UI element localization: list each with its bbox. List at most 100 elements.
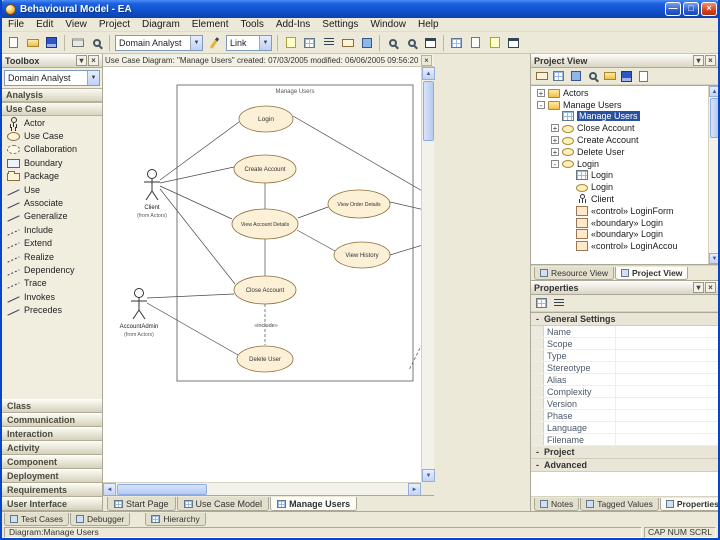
- menu-tools[interactable]: Tools: [234, 18, 269, 31]
- property-row-alias[interactable]: Alias: [531, 374, 718, 386]
- properties-header[interactable]: Properties ▾ ×: [531, 281, 718, 295]
- zoom-fit-icon[interactable]: [421, 34, 440, 52]
- tree-item-login-diagram[interactable]: Login: [531, 170, 708, 182]
- refresh-icon[interactable]: [618, 69, 635, 84]
- collapse-toggle[interactable]: -: [531, 314, 544, 324]
- expand-toggle[interactable]: +: [551, 124, 559, 133]
- menu-view[interactable]: View: [59, 18, 93, 31]
- use-case-create-account[interactable]: Create Account: [233, 154, 297, 184]
- tab-properties[interactable]: Properties: [659, 498, 718, 511]
- layout-icon[interactable]: [447, 34, 466, 52]
- tree-item-close-account[interactable]: + Close Account: [531, 122, 708, 134]
- toolbox-section-use-case[interactable]: Use Case: [2, 102, 102, 116]
- panel-close-icon[interactable]: ×: [705, 55, 716, 66]
- expand-toggle[interactable]: +: [551, 147, 559, 156]
- property-value[interactable]: [616, 398, 718, 409]
- toolbox-item-precedes[interactable]: Precedes: [2, 303, 102, 316]
- toolbox-group-component[interactable]: Component: [2, 455, 102, 469]
- expand-toggle[interactable]: -: [537, 100, 545, 109]
- toolbox-profile-combo[interactable]: Domain Analyst ▼: [4, 70, 100, 86]
- expand-toggle[interactable]: -: [551, 159, 559, 168]
- toolbox-item-actor[interactable]: Actor: [2, 116, 102, 129]
- note-icon[interactable]: [281, 34, 300, 52]
- notes-tool-icon[interactable]: [485, 34, 504, 52]
- element-icon[interactable]: [357, 34, 376, 52]
- property-value[interactable]: [616, 374, 718, 385]
- grid-icon[interactable]: [300, 34, 319, 52]
- toolbox-item-include[interactable]: Include: [2, 223, 102, 236]
- panel-menu-icon[interactable]: ▾: [693, 282, 704, 293]
- minimize-button[interactable]: —: [665, 2, 681, 16]
- use-case-view-order-details[interactable]: View Order Details: [327, 189, 391, 219]
- toolbox-item-generalize[interactable]: Generalize: [2, 210, 102, 223]
- menu-project[interactable]: Project: [93, 18, 136, 31]
- tab-resource-view[interactable]: Resource View: [534, 267, 615, 280]
- save-icon[interactable]: [42, 34, 61, 52]
- chevron-down-icon[interactable]: ▼: [190, 35, 202, 50]
- pencil-icon[interactable]: [205, 34, 224, 52]
- scrollbar-thumb[interactable]: [710, 98, 718, 138]
- property-value[interactable]: [616, 362, 718, 373]
- tab-start-page[interactable]: Start Page: [107, 497, 176, 511]
- toolbox-header[interactable]: Toolbox ▾ ×: [2, 54, 102, 68]
- tree-item-delete-user[interactable]: + Delete User: [531, 146, 708, 158]
- menu-add-ins[interactable]: Add-Ins: [270, 18, 316, 31]
- use-case-view-account-details[interactable]: View Account Details: [231, 208, 299, 240]
- diagram-canvas[interactable]: Manage Users Login Create Account View A…: [103, 67, 421, 482]
- sort-alpha-icon[interactable]: [550, 296, 567, 311]
- toolbox-group-communication[interactable]: Communication: [2, 413, 102, 427]
- tab-tagged-values[interactable]: Tagged Values: [580, 498, 659, 511]
- toolbox-section-analysis[interactable]: Analysis: [2, 88, 102, 102]
- toolbox-group-class[interactable]: Class: [2, 399, 102, 413]
- tree-item-boundary-login[interactable]: «boundary» Login: [531, 217, 708, 229]
- use-case-login[interactable]: Login: [238, 105, 294, 133]
- tree-item-login-usecase[interactable]: Login: [531, 181, 708, 193]
- toolbox-group-user-interface[interactable]: User Interface: [2, 497, 102, 511]
- menu-help[interactable]: Help: [412, 18, 445, 31]
- scrollbar-thumb[interactable]: [117, 484, 207, 495]
- use-case-view-history[interactable]: View History: [333, 241, 391, 269]
- panel-menu-icon[interactable]: ▾: [76, 55, 87, 66]
- use-case-close-account[interactable]: Close Account: [233, 275, 297, 305]
- toolbox-item-collaboration[interactable]: Collaboration: [2, 143, 102, 156]
- property-row-language[interactable]: Language: [531, 422, 718, 434]
- package-icon[interactable]: [338, 34, 357, 52]
- property-row-phase[interactable]: Phase: [531, 410, 718, 422]
- group-project[interactable]: - Project: [531, 446, 718, 459]
- toolbox-item-extend[interactable]: Extend: [2, 237, 102, 250]
- properties-icon[interactable]: [466, 34, 485, 52]
- tree-item-create-account[interactable]: + Create Account: [531, 134, 708, 146]
- open-project-icon[interactable]: [601, 69, 618, 84]
- toolbox-item-dependency[interactable]: Dependency: [2, 263, 102, 276]
- property-row-version[interactable]: Version: [531, 398, 718, 410]
- property-value[interactable]: [616, 422, 718, 433]
- chevron-down-icon[interactable]: ▼: [259, 35, 271, 50]
- collapse-toggle[interactable]: -: [531, 460, 544, 470]
- title-bar[interactable]: Behavioural Model - EA — □ ×: [2, 0, 718, 18]
- property-value[interactable]: [616, 338, 718, 349]
- toolbox-item-associate[interactable]: Associate: [2, 196, 102, 209]
- group-advanced[interactable]: - Advanced: [531, 459, 718, 472]
- diagram-close-icon[interactable]: ×: [421, 54, 432, 66]
- scroll-down-icon[interactable]: ▼: [709, 253, 718, 264]
- tab-test-cases[interactable]: Test Cases: [4, 513, 70, 526]
- scroll-up-icon[interactable]: ▲: [709, 86, 718, 97]
- property-value[interactable]: [616, 386, 718, 397]
- toolbox-item-boundary[interactable]: Boundary: [2, 156, 102, 169]
- actor-account-admin[interactable]: [131, 288, 147, 320]
- new-package-icon[interactable]: [533, 69, 550, 84]
- panel-menu-icon[interactable]: ▾: [693, 55, 704, 66]
- property-value[interactable]: [616, 410, 718, 421]
- close-button[interactable]: ×: [701, 2, 717, 16]
- link-combo[interactable]: Link ▼: [226, 34, 272, 51]
- vertical-scrollbar[interactable]: ▲ ▼: [421, 67, 435, 482]
- use-case-delete-user[interactable]: Delete User: [236, 345, 294, 373]
- tab-manage-users[interactable]: Manage Users: [270, 497, 358, 511]
- expand-toggle[interactable]: +: [551, 136, 559, 145]
- toolbox-group-deployment[interactable]: Deployment: [2, 469, 102, 483]
- menu-window[interactable]: Window: [364, 18, 412, 31]
- project-view-header[interactable]: Project View ▾ ×: [531, 54, 718, 68]
- toolbox-group-interaction[interactable]: Interaction: [2, 427, 102, 441]
- property-value[interactable]: [616, 434, 718, 445]
- panel-close-icon[interactable]: ×: [705, 282, 716, 293]
